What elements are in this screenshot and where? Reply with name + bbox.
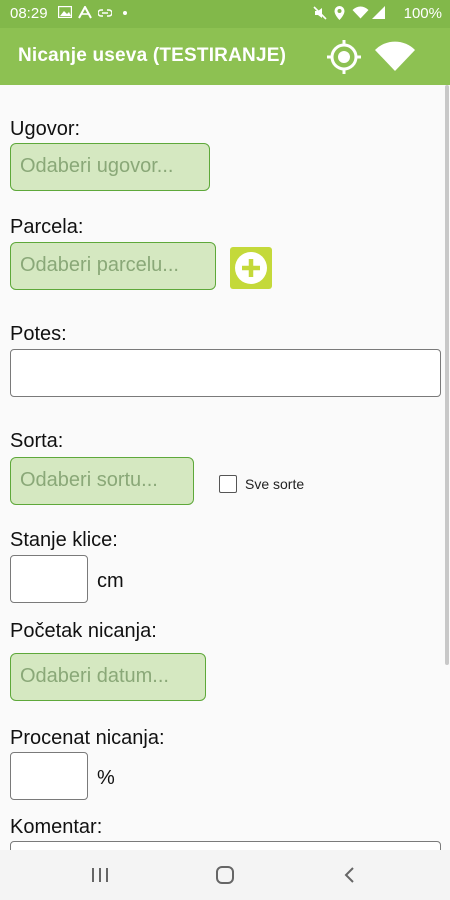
image-icon (58, 6, 72, 18)
page-title: Nicanje useva (TESTIRANJE) (18, 45, 287, 66)
comment-input[interactable] (10, 841, 441, 850)
signal-bars-icon (372, 6, 385, 19)
parcel-picker[interactable]: Odaberi parcelu... (10, 242, 216, 290)
recent-apps-icon[interactable] (87, 863, 113, 887)
mute-icon (313, 6, 327, 20)
sprout-length-unit: cm (97, 570, 124, 592)
sorta-label: Sorta: (10, 430, 64, 452)
location-icon (334, 6, 345, 20)
variety-picker[interactable]: Odaberi sortu... (10, 457, 194, 505)
emergence-percent-unit: % (97, 767, 115, 789)
wifi-icon[interactable] (374, 40, 416, 72)
contract-picker[interactable]: Odaberi ugovor... (10, 143, 210, 191)
komentar-label: Komentar: (10, 816, 103, 838)
potes-label: Potes: (10, 323, 67, 345)
plus-circle-icon (235, 252, 267, 284)
navigation-bar (0, 850, 450, 900)
scrollbar[interactable] (445, 85, 449, 665)
status-bar: 08:29 100% (0, 0, 450, 28)
pocetak-nicanja-label: Početak nicanja: (10, 620, 157, 642)
home-icon[interactable] (212, 863, 238, 887)
parcela-label: Parcela: (10, 216, 84, 238)
stanje-klice-label: Stanje klice: (10, 529, 118, 551)
status-time: 08:29 (10, 5, 48, 22)
back-icon[interactable] (337, 863, 363, 887)
all-varieties-checkbox[interactable] (219, 475, 237, 493)
potes-input[interactable] (10, 349, 441, 397)
add-parcel-button[interactable] (230, 247, 272, 289)
all-varieties-label: Sve sorte (245, 476, 305, 492)
emergence-percent-input[interactable] (10, 752, 88, 800)
gps-target-icon[interactable] (325, 38, 363, 76)
wifi-icon (352, 6, 369, 19)
sprout-length-input[interactable] (10, 555, 88, 603)
battery-level: 100% (403, 5, 442, 22)
link-icon (98, 9, 112, 17)
signal-a-icon (78, 6, 92, 19)
date-picker[interactable]: Odaberi datum... (10, 653, 206, 701)
app-bar: Nicanje useva (TESTIRANJE) (0, 28, 450, 85)
ugovor-label: Ugovor: (10, 118, 81, 140)
dot-icon (123, 11, 127, 15)
procenat-nicanja-label: Procenat nicanja: (10, 727, 165, 749)
crop-emergence-form: Ugovor: Odaberi ugovor... Parcela: Odabe… (0, 85, 450, 850)
